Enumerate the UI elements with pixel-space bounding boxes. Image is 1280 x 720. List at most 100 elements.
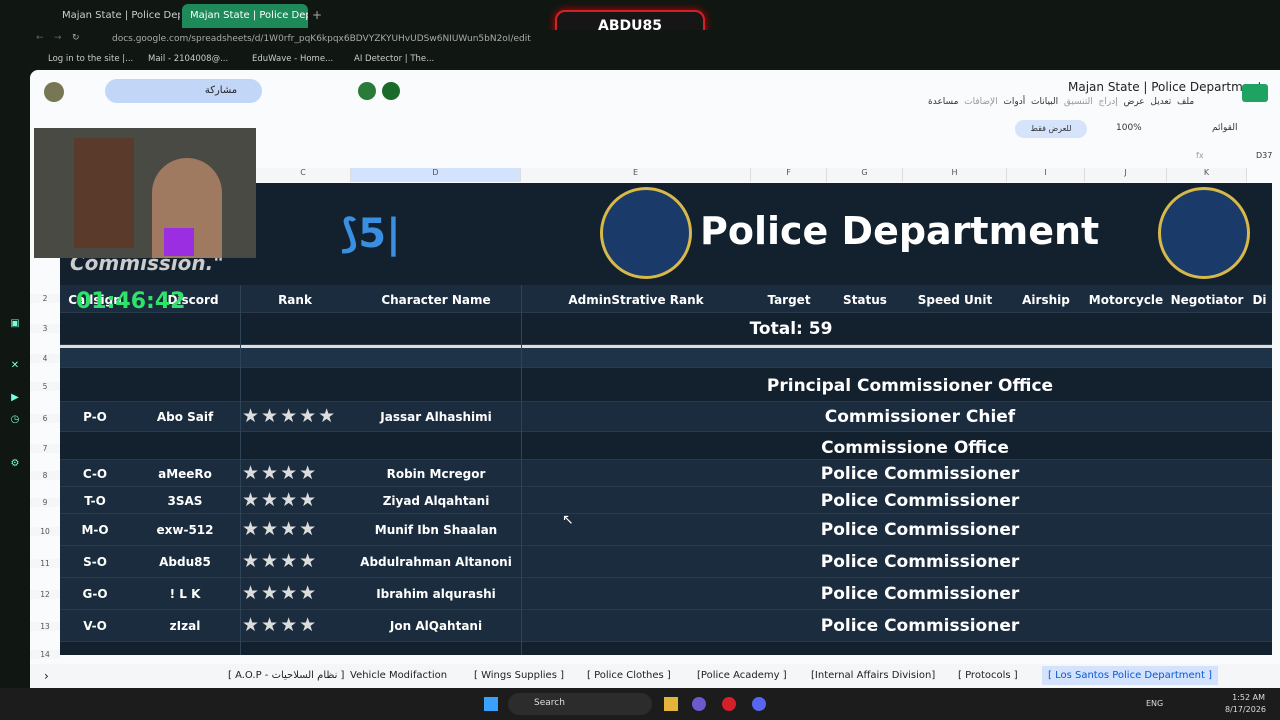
total-count: Total: 59 (749, 319, 833, 339)
row-number[interactable]: 10 (30, 527, 60, 536)
sheet-tab[interactable]: Vehicle Modifaction (350, 670, 447, 681)
row-number[interactable]: 13 (30, 622, 60, 631)
windows-start-icon[interactable] (484, 697, 498, 711)
admin-rank-cell: Police Commissioner (820, 584, 1020, 604)
table-row: C-O aMeeRo ★★★★ Robin Mcregor Police Com… (60, 460, 1272, 487)
row-number[interactable]: 5 (30, 382, 60, 391)
menu-item[interactable]: أدوات (1003, 97, 1025, 107)
menu-item[interactable]: إدراج (1099, 97, 1118, 107)
bookmark[interactable]: Mail - 2104008@... (148, 54, 228, 64)
admin-rank-cell: Police Commissioner (820, 616, 1020, 636)
menu-item[interactable]: الإضافات (964, 97, 998, 107)
name-box[interactable]: D37 (1256, 151, 1272, 160)
gang-logo: ⟆5| (340, 211, 401, 257)
extension-icon[interactable] (382, 82, 400, 100)
doc-title[interactable]: Majan State | Police Department (1068, 80, 1262, 94)
address-bar[interactable]: ← → ↻ docs.google.com/spreadsheets/d/1W0… (0, 30, 1280, 50)
x-icon[interactable]: ✕ (9, 360, 21, 372)
lists-label[interactable]: القوائم (1212, 123, 1237, 133)
language-indicator[interactable]: ENG (1146, 699, 1163, 708)
clock-time[interactable]: 1:52 AM (1225, 693, 1265, 702)
row-number[interactable]: 2 (30, 294, 60, 303)
sheet-tab[interactable]: [Internal Affairs Division] (811, 670, 935, 681)
browser-tab-active[interactable]: Majan State | Police Depart (182, 4, 308, 28)
section-title: Commissione Office (821, 438, 1009, 458)
share-button[interactable]: مشاركة (180, 79, 262, 103)
column-header[interactable]: G (827, 168, 903, 182)
callsign-cell: M-O (81, 523, 109, 537)
callsign-cell: T-O (84, 494, 106, 508)
character-name-cell: Jon AlQahtani (389, 619, 483, 633)
column-header[interactable]: J (1085, 168, 1167, 182)
opera-icon[interactable] (722, 697, 736, 711)
formula-icon: fx (1196, 151, 1204, 160)
table-row: G-O ! L K ★★★★ Ibrahim alqurashi Police … (60, 578, 1272, 610)
row-number[interactable]: 6 (30, 414, 60, 423)
column-header[interactable]: H (903, 168, 1007, 182)
app-icon[interactable] (692, 697, 706, 711)
twitch-icon[interactable]: ▣ (9, 318, 21, 330)
sheet-tabs-bar: › [ A.O.P - نظام السلاحيات ] Vehicle Mod… (30, 664, 1280, 688)
sheet-tab[interactable]: [ A.O.P - نظام السلاحيات ] (228, 670, 344, 681)
banner-title: Police Department (700, 209, 1100, 253)
player-icon[interactable]: ▶ (9, 392, 21, 404)
view-only-badge[interactable]: للعرض فقط (1015, 120, 1087, 138)
menu-item[interactable]: مساعدة (928, 97, 958, 107)
menu-item[interactable]: البيانات (1031, 97, 1058, 107)
column-header[interactable]: I (1007, 168, 1085, 182)
taskbar-search[interactable]: Search (508, 693, 652, 715)
table-row: T-O 3SAS ★★★★ Ziyad Alqahtani Police Com… (60, 487, 1272, 514)
rank-stars: ★★★★ (242, 518, 319, 540)
history-icon[interactable]: ◷ (9, 414, 21, 426)
row-number[interactable]: 9 (30, 498, 60, 507)
row-number[interactable]: 8 (30, 471, 60, 480)
url-text[interactable]: docs.google.com/spreadsheets/d/1W0rfr_pq… (112, 34, 531, 44)
section-row: Principal Commissioner Office (60, 368, 1272, 402)
discord-icon[interactable] (752, 697, 766, 711)
bookmark[interactable]: AI Detector | The... (354, 54, 434, 64)
menu-item[interactable]: التنسيق (1064, 97, 1093, 107)
column-header[interactable]: F (751, 168, 827, 182)
row-number[interactable]: 12 (30, 590, 60, 599)
reload-icon[interactable]: ↻ (72, 33, 80, 43)
webcam-mic (164, 228, 194, 256)
settings-icon[interactable]: ⚙ (9, 458, 21, 470)
browser-tab[interactable]: Majan State | Police Depa (54, 4, 180, 28)
zoom-select[interactable]: 100% (1116, 123, 1142, 133)
sheet-tab-active[interactable]: [ Los Santos Police Department ] (1042, 666, 1218, 685)
column-header[interactable]: K (1167, 168, 1247, 182)
column-header[interactable]: C (256, 168, 351, 182)
menu-item[interactable]: عرض (1123, 97, 1144, 107)
menu-item[interactable]: ملف (1177, 97, 1194, 107)
bookmark[interactable]: EduWave - Home... (252, 54, 333, 64)
taskbar: Search ENG 1:52 AM 8/17/2026 (0, 688, 1280, 720)
extension-icon[interactable] (358, 82, 376, 100)
header-cell: Target (767, 293, 811, 307)
file-explorer-icon[interactable] (664, 697, 678, 711)
row-number[interactable]: 14 (30, 650, 60, 659)
row-number[interactable]: 4 (30, 354, 60, 363)
sheet-tab[interactable]: [ Police Clothes ] (587, 670, 671, 681)
sheet-tab[interactable]: [Police Academy ] (697, 670, 787, 681)
sheet-tab[interactable]: [ Protocols ] (958, 670, 1018, 681)
sheet-tab[interactable]: [ Wings Supplies ] (474, 670, 564, 681)
clock-date[interactable]: 8/17/2026 (1225, 705, 1266, 714)
browser-sidebar: ▣ ✕ ▶ ◷ ⚙ (0, 68, 30, 688)
discord-cell: zIzal (169, 619, 201, 633)
row-number[interactable]: 7 (30, 444, 60, 453)
forward-icon[interactable]: → (54, 33, 62, 43)
bookmark[interactable]: Log in to the site |... (48, 54, 133, 64)
menu-item[interactable]: تعديل (1150, 97, 1171, 107)
table-row: V-O zIzal ★★★★ Jon AlQahtani Police Comm… (60, 610, 1272, 642)
row-number[interactable]: 3 (30, 324, 60, 333)
discord-cell: Abdu85 (159, 555, 211, 569)
header-cell: Motorcycle (1088, 293, 1164, 307)
new-tab-icon[interactable]: + (312, 8, 322, 22)
add-sheet-icon[interactable]: › (44, 669, 49, 683)
row-number[interactable]: 11 (30, 559, 60, 568)
column-header[interactable]: D (351, 168, 521, 182)
back-icon[interactable]: ← (36, 33, 44, 43)
column-header[interactable]: E (521, 168, 751, 182)
avatar[interactable] (44, 82, 64, 102)
admin-rank-cell: Commissioner Chief (824, 407, 1016, 427)
